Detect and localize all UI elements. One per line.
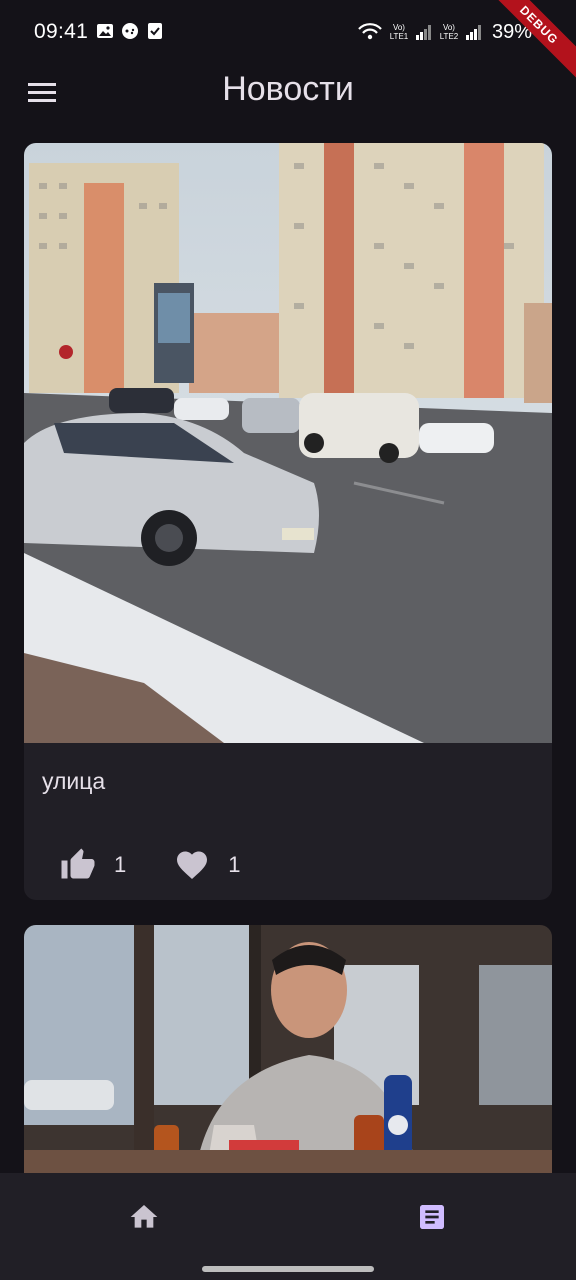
news-feed[interactable]: улица 1 1 [24,143,552,1173]
post-photo-cafe[interactable] [24,925,552,1173]
news-article-icon [420,1205,444,1229]
thumb-up-icon [61,848,95,879]
heart-button[interactable]: 1 [174,847,241,883]
gallery-icon [97,24,113,38]
like-count: 1 [114,852,127,877]
nav-news[interactable] [400,1195,464,1239]
status-bar: 09:41 Vo) LTE1 Vo) LTE2 39% DEBUG [0,0,576,86]
checklist-icon [148,23,162,39]
reactions-row: 1 1 [24,816,552,900]
page-title: Новости [222,70,354,108]
news-card[interactable]: улица 1 1 [24,143,552,900]
like-button[interactable]: 1 [60,847,126,883]
sim1-label: Vo) LTE1 [389,23,409,41]
status-right: Vo) LTE1 Vo) LTE2 39% [357,18,532,46]
news-card[interactable] [24,925,552,1173]
post-photo-street[interactable] [24,143,552,743]
status-time: 09:41 [34,20,89,43]
wifi-icon [358,23,382,40]
nav-home[interactable] [112,1195,176,1239]
home-icon [130,1205,158,1228]
sim2-label: Vo) LTE2 [439,23,459,41]
game-icon [122,23,138,39]
signal-icon [415,25,431,40]
bottom-navigation [0,1173,576,1280]
heart-icon [177,851,208,880]
heart-count: 1 [228,852,241,877]
gesture-bar[interactable] [202,1266,374,1272]
app-bar: Новости [0,64,576,120]
post-caption: улица [42,768,106,794]
signal-icon [465,25,481,40]
